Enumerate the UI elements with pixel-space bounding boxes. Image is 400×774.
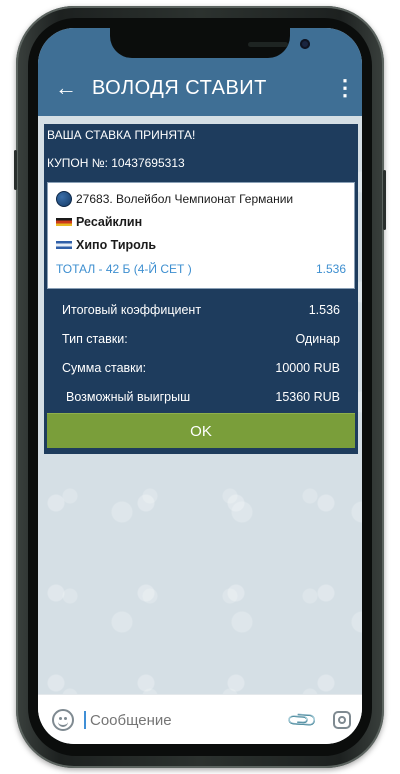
summary-label: Тип ставки: bbox=[62, 331, 128, 346]
coupon-number: КУПОН №: 10437695313 bbox=[47, 156, 185, 170]
summary-label: Возможный выигрыш bbox=[66, 389, 191, 404]
summary-label: Итоговый коэффициент bbox=[62, 302, 202, 317]
market-row: ТОТАЛ - 42 Б (4-Й СЕТ ) 1.536 bbox=[56, 256, 346, 282]
market-odds: 1.536 bbox=[315, 262, 346, 276]
bet-summary: Итоговый коэффициент 1.536 Тип ставки: О… bbox=[44, 289, 358, 411]
ok-button[interactable]: OK bbox=[47, 413, 355, 448]
summary-row: Сумма ставки: 10000 RUB bbox=[62, 353, 340, 382]
camera-icon[interactable] bbox=[332, 711, 351, 729]
event-box: 27683. Волейбол Чемпионат Германии Ресай… bbox=[47, 182, 355, 289]
flag-germany-icon bbox=[56, 217, 72, 226]
summary-value: 1.536 bbox=[308, 302, 340, 317]
notch bbox=[110, 28, 310, 58]
summary-row: Итоговый коэффициент 1.536 bbox=[62, 295, 340, 324]
summary-value: 15360 RUB bbox=[275, 389, 340, 404]
summary-value: 10000 RUB bbox=[275, 360, 340, 375]
flag-team2-icon bbox=[56, 240, 72, 249]
more-vertical-icon[interactable]: ⋮ bbox=[328, 75, 362, 101]
event-title: 27683. Волейбол Чемпионат Германии bbox=[76, 191, 294, 206]
text-caret bbox=[84, 711, 86, 729]
smile-icon[interactable] bbox=[52, 709, 74, 731]
speaker-grille bbox=[248, 42, 288, 47]
team1-row: Ресайклин bbox=[56, 210, 346, 233]
paperclip-icon[interactable]: 📎 bbox=[285, 702, 320, 737]
front-camera bbox=[300, 39, 310, 49]
team2-name: Хипо Тироль bbox=[76, 237, 157, 252]
summary-row: Возможный выигрыш 15360 RUB bbox=[62, 382, 340, 411]
market-label: ТОТАЛ - 42 Б (4-Й СЕТ ) bbox=[56, 262, 192, 276]
team2-row: Хипо Тироль bbox=[56, 233, 346, 256]
bet-card: ВАША СТАВКА ПРИНЯТА! КУПОН №: 1043769531… bbox=[44, 124, 358, 454]
message-input[interactable] bbox=[88, 710, 272, 730]
arrow-left-icon[interactable]: ← bbox=[42, 77, 90, 99]
summary-row: Тип ставки: Одинар bbox=[62, 324, 340, 353]
phone-screen: ← ВОЛОДЯ СТАВИТ ⋮ ВАША СТАВКА ПРИНЯТА! К… bbox=[38, 28, 362, 744]
team1-name: Ресайклин bbox=[76, 214, 143, 229]
summary-value: Одинар bbox=[295, 331, 340, 346]
volleyball-icon bbox=[56, 190, 72, 207]
message-input-bar: 📎 bbox=[38, 694, 362, 744]
chat-title[interactable]: ВОЛОДЯ СТАВИТ bbox=[92, 77, 328, 100]
event-title-row: 27683. Волейбол Чемпионат Германии bbox=[56, 187, 346, 210]
app-bar: ← ВОЛОДЯ СТАВИТ ⋮ bbox=[38, 60, 362, 116]
bet-accepted-text: ВАША СТАВКА ПРИНЯТА! bbox=[47, 128, 196, 142]
phone-side-button-right bbox=[383, 170, 386, 230]
phone-side-button-left bbox=[14, 150, 17, 190]
summary-label: Сумма ставки: bbox=[62, 360, 147, 375]
